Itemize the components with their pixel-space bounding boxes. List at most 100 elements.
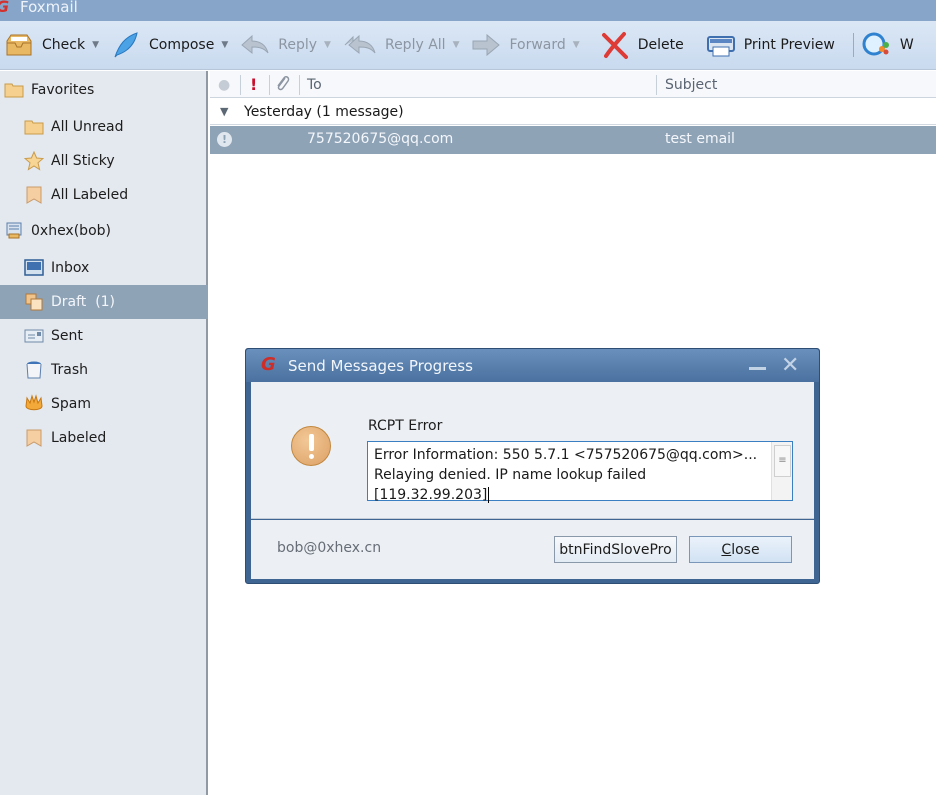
column-subject[interactable]: Subject <box>665 71 717 98</box>
sidebar-item-all-labeled[interactable]: All Labeled <box>0 178 208 212</box>
sidebar-item-label: Spam <box>51 396 91 412</box>
close-label: lose <box>731 541 760 558</box>
feather-icon <box>111 31 143 59</box>
collapse-toggle-icon[interactable]: ▼ <box>220 105 244 118</box>
scrollbar-thumb[interactable]: ≡ <box>774 445 791 477</box>
sidebar-item-draft[interactable]: Draft (1) <box>0 285 208 319</box>
group-label: Yesterday (1 message) <box>244 103 404 120</box>
sidebar-item-label: Trash <box>51 362 88 378</box>
dialog-title: Send Messages Progress <box>288 357 473 375</box>
column-priority[interactable]: ! <box>250 71 257 98</box>
warning-icon <box>291 426 331 466</box>
priority-status-icon: ! <box>217 132 232 147</box>
dialog-body: RCPT Error Error Information: 550 5.7.1 … <box>251 382 814 519</box>
column-attachment[interactable] <box>274 71 290 98</box>
message-list-header: ● ! To Subject <box>210 71 936 98</box>
message-row[interactable]: ! 757520675@qq.com test email <box>210 126 936 154</box>
minimize-icon[interactable] <box>749 367 766 370</box>
paperclip-icon <box>274 74 290 96</box>
column-to[interactable]: To <box>307 71 322 98</box>
error-line: Error Information: 550 5.7.1 <757520675@… <box>374 447 758 463</box>
column-read-status[interactable]: ● <box>218 71 232 98</box>
window-titlebar: G Foxmail <box>0 0 936 21</box>
account-email: bob@0xhex.cn <box>277 540 382 556</box>
message-subject: test email <box>665 131 735 147</box>
column-divider[interactable] <box>656 75 657 95</box>
check-dropdown-icon[interactable]: ▼ <box>92 40 99 50</box>
sidebar-item-label: Draft (1) <box>51 294 116 310</box>
spam-icon <box>24 394 44 414</box>
sidebar-item-label: Inbox <box>51 260 90 276</box>
forward-label: Forward <box>509 37 566 53</box>
check-button[interactable]: Check ▼ <box>4 25 107 65</box>
foxmail-logo-icon: G <box>261 354 276 375</box>
sidebar-item-label: 0xhex(bob) <box>31 223 111 239</box>
reply-arrow-icon <box>240 31 272 59</box>
reply-all-button[interactable]: Reply All ▼ <box>343 25 468 65</box>
sidebar-item-all-unread[interactable]: All Unread <box>0 110 208 144</box>
dialog-footer: bob@0xhex.cn btnFindSlovePro Close <box>251 520 814 579</box>
folder-sidebar: Favorites All Unread All Sticky All Labe… <box>0 71 208 795</box>
sidebar-item-label: All Sticky <box>51 153 115 169</box>
error-scrollbar[interactable]: ≡ <box>771 442 792 500</box>
star-icon <box>23 150 45 171</box>
printer-icon <box>706 31 738 59</box>
sidebar-item-account[interactable]: 0xhex(bob) <box>0 214 208 248</box>
sidebar-item-spam[interactable]: Spam <box>0 387 208 421</box>
sidebar-item-label: Favorites <box>31 82 95 98</box>
check-label: Check <box>42 37 86 53</box>
column-divider[interactable] <box>299 75 300 95</box>
compose-dropdown-icon[interactable]: ▼ <box>221 40 228 50</box>
sidebar-item-trash[interactable]: Trash <box>0 353 208 387</box>
close-icon[interactable]: ✕ <box>781 353 799 378</box>
close-button[interactable]: Close <box>689 536 792 563</box>
sent-icon <box>24 326 44 346</box>
forward-arrow-icon <box>471 31 503 59</box>
error-details-textbox[interactable]: Error Information: 550 5.7.1 <757520675@… <box>367 441 793 503</box>
sidebar-item-label: Sent <box>51 328 83 344</box>
sidebar-item-label: Labeled <box>51 430 107 446</box>
chat-label: W <box>899 37 914 53</box>
label-icon <box>24 428 44 448</box>
print-preview-label: Print Preview <box>743 37 835 53</box>
sidebar-item-inbox[interactable]: Inbox <box>0 251 208 285</box>
find-solution-button[interactable]: btnFindSlovePro <box>554 536 677 563</box>
print-preview-button[interactable]: Print Preview <box>706 25 835 65</box>
forward-dropdown-icon[interactable]: ▼ <box>573 40 580 50</box>
reply-button[interactable]: Reply ▼ <box>240 25 339 65</box>
error-title: RCPT Error <box>368 418 443 434</box>
chat-bubble-icon <box>862 31 894 59</box>
folder-icon <box>4 80 24 100</box>
account-icon <box>4 221 24 241</box>
column-divider[interactable] <box>240 75 241 95</box>
trash-icon <box>24 360 44 380</box>
folder-icon <box>24 117 44 137</box>
column-divider[interactable] <box>269 75 270 95</box>
delete-label: Delete <box>637 37 684 53</box>
foxmail-logo-icon: G <box>0 0 9 16</box>
delete-button[interactable]: Delete <box>600 25 684 65</box>
compose-button[interactable]: Compose ▼ <box>111 25 236 65</box>
label-icon <box>24 185 44 205</box>
main-toolbar: Check ▼ Compose ▼ Reply ▼ Reply All ▼ Fo… <box>0 21 936 70</box>
send-messages-progress-dialog: G Send Messages Progress ✕ RCPT Error Er… <box>245 348 820 584</box>
red-x-icon <box>600 31 632 59</box>
sidebar-item-labeled[interactable]: Labeled <box>0 421 208 455</box>
reply-dropdown-icon[interactable]: ▼ <box>324 40 331 50</box>
reply-all-label: Reply All <box>384 37 446 53</box>
sidebar-item-sent[interactable]: Sent <box>0 319 208 353</box>
group-header-yesterday[interactable]: ▼ Yesterday (1 message) <box>210 99 936 125</box>
reply-label: Reply <box>278 37 318 53</box>
reply-all-dropdown-icon[interactable]: ▼ <box>453 40 460 50</box>
error-line: Relaying denied. IP name lookup failed [… <box>374 467 647 503</box>
reply-all-arrow-icon <box>343 31 379 59</box>
chat-button[interactable]: W <box>862 25 914 65</box>
sidebar-item-favorites[interactable]: Favorites <box>0 73 208 107</box>
forward-button[interactable]: Forward ▼ <box>471 25 587 65</box>
dialog-titlebar[interactable]: G Send Messages Progress ✕ <box>246 349 819 382</box>
inbox-tray-icon <box>4 31 36 59</box>
draft-icon <box>24 292 44 312</box>
toolbar-separator <box>852 33 854 57</box>
close-mnemonic: C <box>721 541 732 558</box>
sidebar-item-all-sticky[interactable]: All Sticky <box>0 144 208 178</box>
